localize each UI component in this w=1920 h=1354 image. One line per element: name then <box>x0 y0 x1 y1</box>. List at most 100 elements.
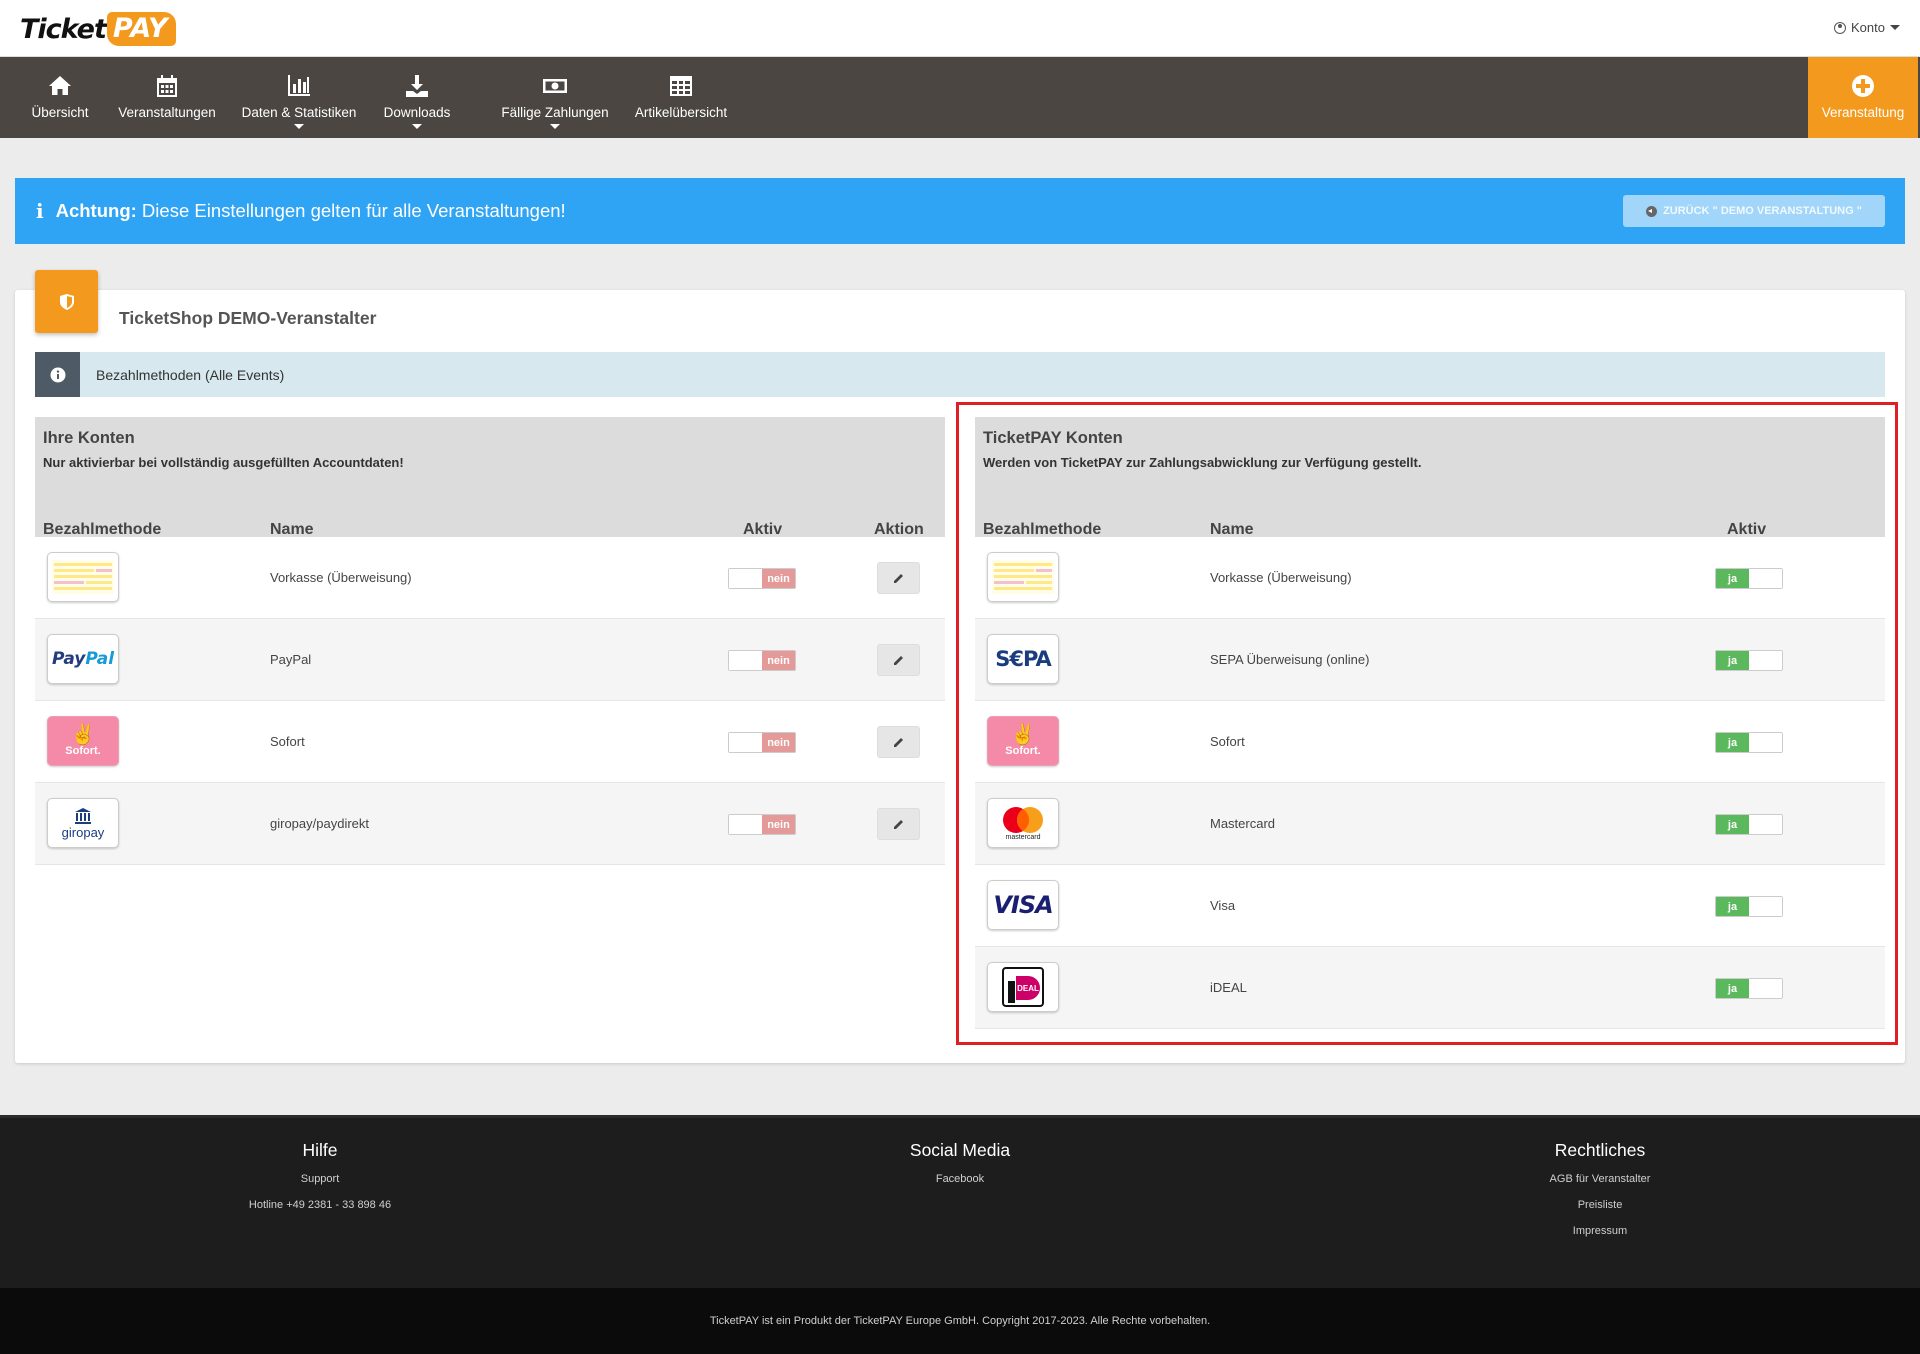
footer-link-imprint[interactable]: Impressum <box>1500 1225 1700 1237</box>
active-toggle[interactable]: ja <box>1715 978 1783 999</box>
shield-icon <box>59 293 74 310</box>
new-event-label: Veranstaltung <box>1821 105 1905 120</box>
chevron-down-icon <box>294 124 304 129</box>
download-icon <box>406 75 428 97</box>
footer-social: Social Media Facebook <box>860 1140 1060 1199</box>
toggle-state: ja <box>1716 897 1749 916</box>
table-row: ✌ Sofort. Sofort nein <box>35 701 945 783</box>
info-alert: i Achtung: Diese Einstellungen gelten fü… <box>15 178 1905 244</box>
plus-circle-icon <box>1852 75 1874 97</box>
nav-item-articles[interactable]: Artikelübersicht <box>634 57 728 138</box>
active-toggle[interactable]: ja <box>1715 814 1783 835</box>
nav-item-downloads[interactable]: Downloads <box>381 57 453 138</box>
payment-method-name: iDEAL <box>1210 980 1247 995</box>
arrow-left-circle-icon <box>1646 205 1658 217</box>
toggle-knob <box>1749 569 1782 588</box>
sofort-text: Sofort. <box>1005 745 1041 757</box>
logo-pay-text: PAY <box>106 12 176 46</box>
pencil-icon <box>893 656 903 665</box>
logo-ticket-text: Ticket <box>20 13 107 45</box>
table-row: DEAL iDEAL ja <box>975 947 1885 1029</box>
ideal-bar-icon <box>1008 981 1015 1003</box>
table-icon <box>670 76 692 96</box>
edit-button[interactable] <box>877 808 920 840</box>
nav-label: Daten & Statistiken <box>241 105 357 120</box>
edit-button[interactable] <box>877 726 920 758</box>
footer-link-facebook[interactable]: Facebook <box>860 1173 1060 1185</box>
ticketpay-logo[interactable]: Ticket PAY <box>20 9 176 49</box>
alert-text: Diese Einstellungen gelten für alle Vera… <box>136 200 566 221</box>
section-subheader: Bezahlmethoden (Alle Events) <box>35 352 1885 397</box>
mastercard-text: mastercard <box>1005 834 1041 841</box>
footer: Hilfe Support Hotline +49 2381 - 33 898 … <box>0 1115 1920 1288</box>
toggle-knob <box>729 569 762 588</box>
toggle-state: nein <box>762 651 795 670</box>
new-event-button[interactable]: Veranstaltung <box>1808 57 1918 138</box>
invoice-form-logo <box>987 552 1059 602</box>
alert-message: Achtung: Diese Einstellungen gelten für … <box>56 200 566 222</box>
payment-method-name: Vorkasse (Überweisung) <box>1210 570 1352 585</box>
paypal-text-a: Pay <box>51 649 86 669</box>
footer-link-pricelist[interactable]: Preisliste <box>1500 1199 1700 1211</box>
toggle-knob <box>1749 733 1782 752</box>
active-toggle[interactable]: nein <box>728 732 796 753</box>
active-toggle[interactable]: ja <box>1715 568 1783 589</box>
edit-button[interactable] <box>877 562 920 594</box>
footer-help: Hilfe Support Hotline +49 2381 - 33 898 … <box>220 1140 420 1225</box>
footer-link-hotline[interactable]: Hotline +49 2381 - 33 898 46 <box>220 1199 420 1211</box>
nav-item-due-payments[interactable]: Fällige Zahlungen <box>500 57 610 138</box>
footer-link-support[interactable]: Support <box>220 1173 420 1185</box>
copyright-text: TicketPAY ist ein Produkt der TicketPAY … <box>709 1315 1211 1327</box>
toggle-knob <box>1749 897 1782 916</box>
toggle-state: nein <box>762 569 795 588</box>
mastercard-logo: mastercard <box>987 798 1059 848</box>
calendar-icon <box>157 75 177 97</box>
own-accounts-header: Ihre Konten Nur aktivierbar bei vollstän… <box>35 417 945 538</box>
payment-method-name: PayPal <box>270 652 312 667</box>
toggle-knob <box>729 651 762 670</box>
sepa-text: S€PA <box>995 647 1051 671</box>
chevron-down-icon <box>1890 25 1900 30</box>
alert-strong: Achtung: <box>55 200 137 221</box>
active-toggle[interactable]: ja <box>1715 732 1783 753</box>
back-button-label: ZURÜCK " DEMO VERANSTALTUNG " <box>1663 205 1862 217</box>
table-row: mastercard Mastercard ja <box>975 783 1885 865</box>
active-toggle[interactable]: nein <box>728 650 796 671</box>
own-accounts-rows: Vorkasse (Überweisung) nein PayPal PayPa… <box>35 537 945 865</box>
nav-item-overview[interactable]: Übersicht <box>26 57 94 138</box>
main-nav: Übersicht Veranstaltungen Daten & Statis… <box>0 57 1920 138</box>
toggle-knob <box>729 733 762 752</box>
back-to-event-button[interactable]: ZURÜCK " DEMO VERANSTALTUNG " <box>1623 195 1885 227</box>
victory-hand-icon: ✌ <box>70 724 96 746</box>
payment-method-name: Visa <box>1210 898 1236 913</box>
active-toggle[interactable]: nein <box>728 568 796 589</box>
active-toggle[interactable]: ja <box>1715 650 1783 671</box>
victory-hand-icon: ✌ <box>1010 724 1036 746</box>
active-toggle[interactable]: nein <box>728 814 796 835</box>
active-toggle[interactable]: ja <box>1715 896 1783 917</box>
payment-method-name: giropay/paydirekt <box>270 816 369 831</box>
toggle-knob <box>729 815 762 834</box>
ticketpay-accounts-rows: Vorkasse (Überweisung) ja S€PA SEPA Über… <box>975 537 1885 1029</box>
edit-button[interactable] <box>877 644 920 676</box>
payment-method-name: SEPA Überweisung (online) <box>1210 652 1370 667</box>
toggle-state: ja <box>1716 651 1749 670</box>
payment-method-name: Sofort <box>1210 734 1245 749</box>
giropay-logo: giropay <box>47 798 119 848</box>
subheader-label: Bezahlmethoden (Alle Events) <box>96 366 285 383</box>
giropay-text: giropay <box>61 824 105 840</box>
toggle-state: ja <box>1716 569 1749 588</box>
home-icon <box>49 76 71 95</box>
user-icon <box>1834 21 1847 34</box>
sofort-logo: ✌ Sofort. <box>987 716 1059 766</box>
account-menu[interactable]: Konto <box>1834 20 1900 35</box>
nav-item-statistics[interactable]: Daten & Statistiken <box>241 57 357 138</box>
footer-link-agb[interactable]: AGB für Veranstalter <box>1500 1173 1700 1185</box>
toggle-state: nein <box>762 733 795 752</box>
own-accounts-subtitle: Nur aktivierbar bei vollständig ausgefül… <box>43 455 404 470</box>
nav-label: Veranstaltungen <box>118 105 216 120</box>
ticketpay-accounts-subtitle: Werden von TicketPAY zur Zahlungsabwickl… <box>983 455 1422 470</box>
mastercard-circles-icon <box>1003 807 1043 833</box>
nav-item-events[interactable]: Veranstaltungen <box>117 57 217 138</box>
table-row: giropay giropay/paydirekt nein <box>35 783 945 865</box>
